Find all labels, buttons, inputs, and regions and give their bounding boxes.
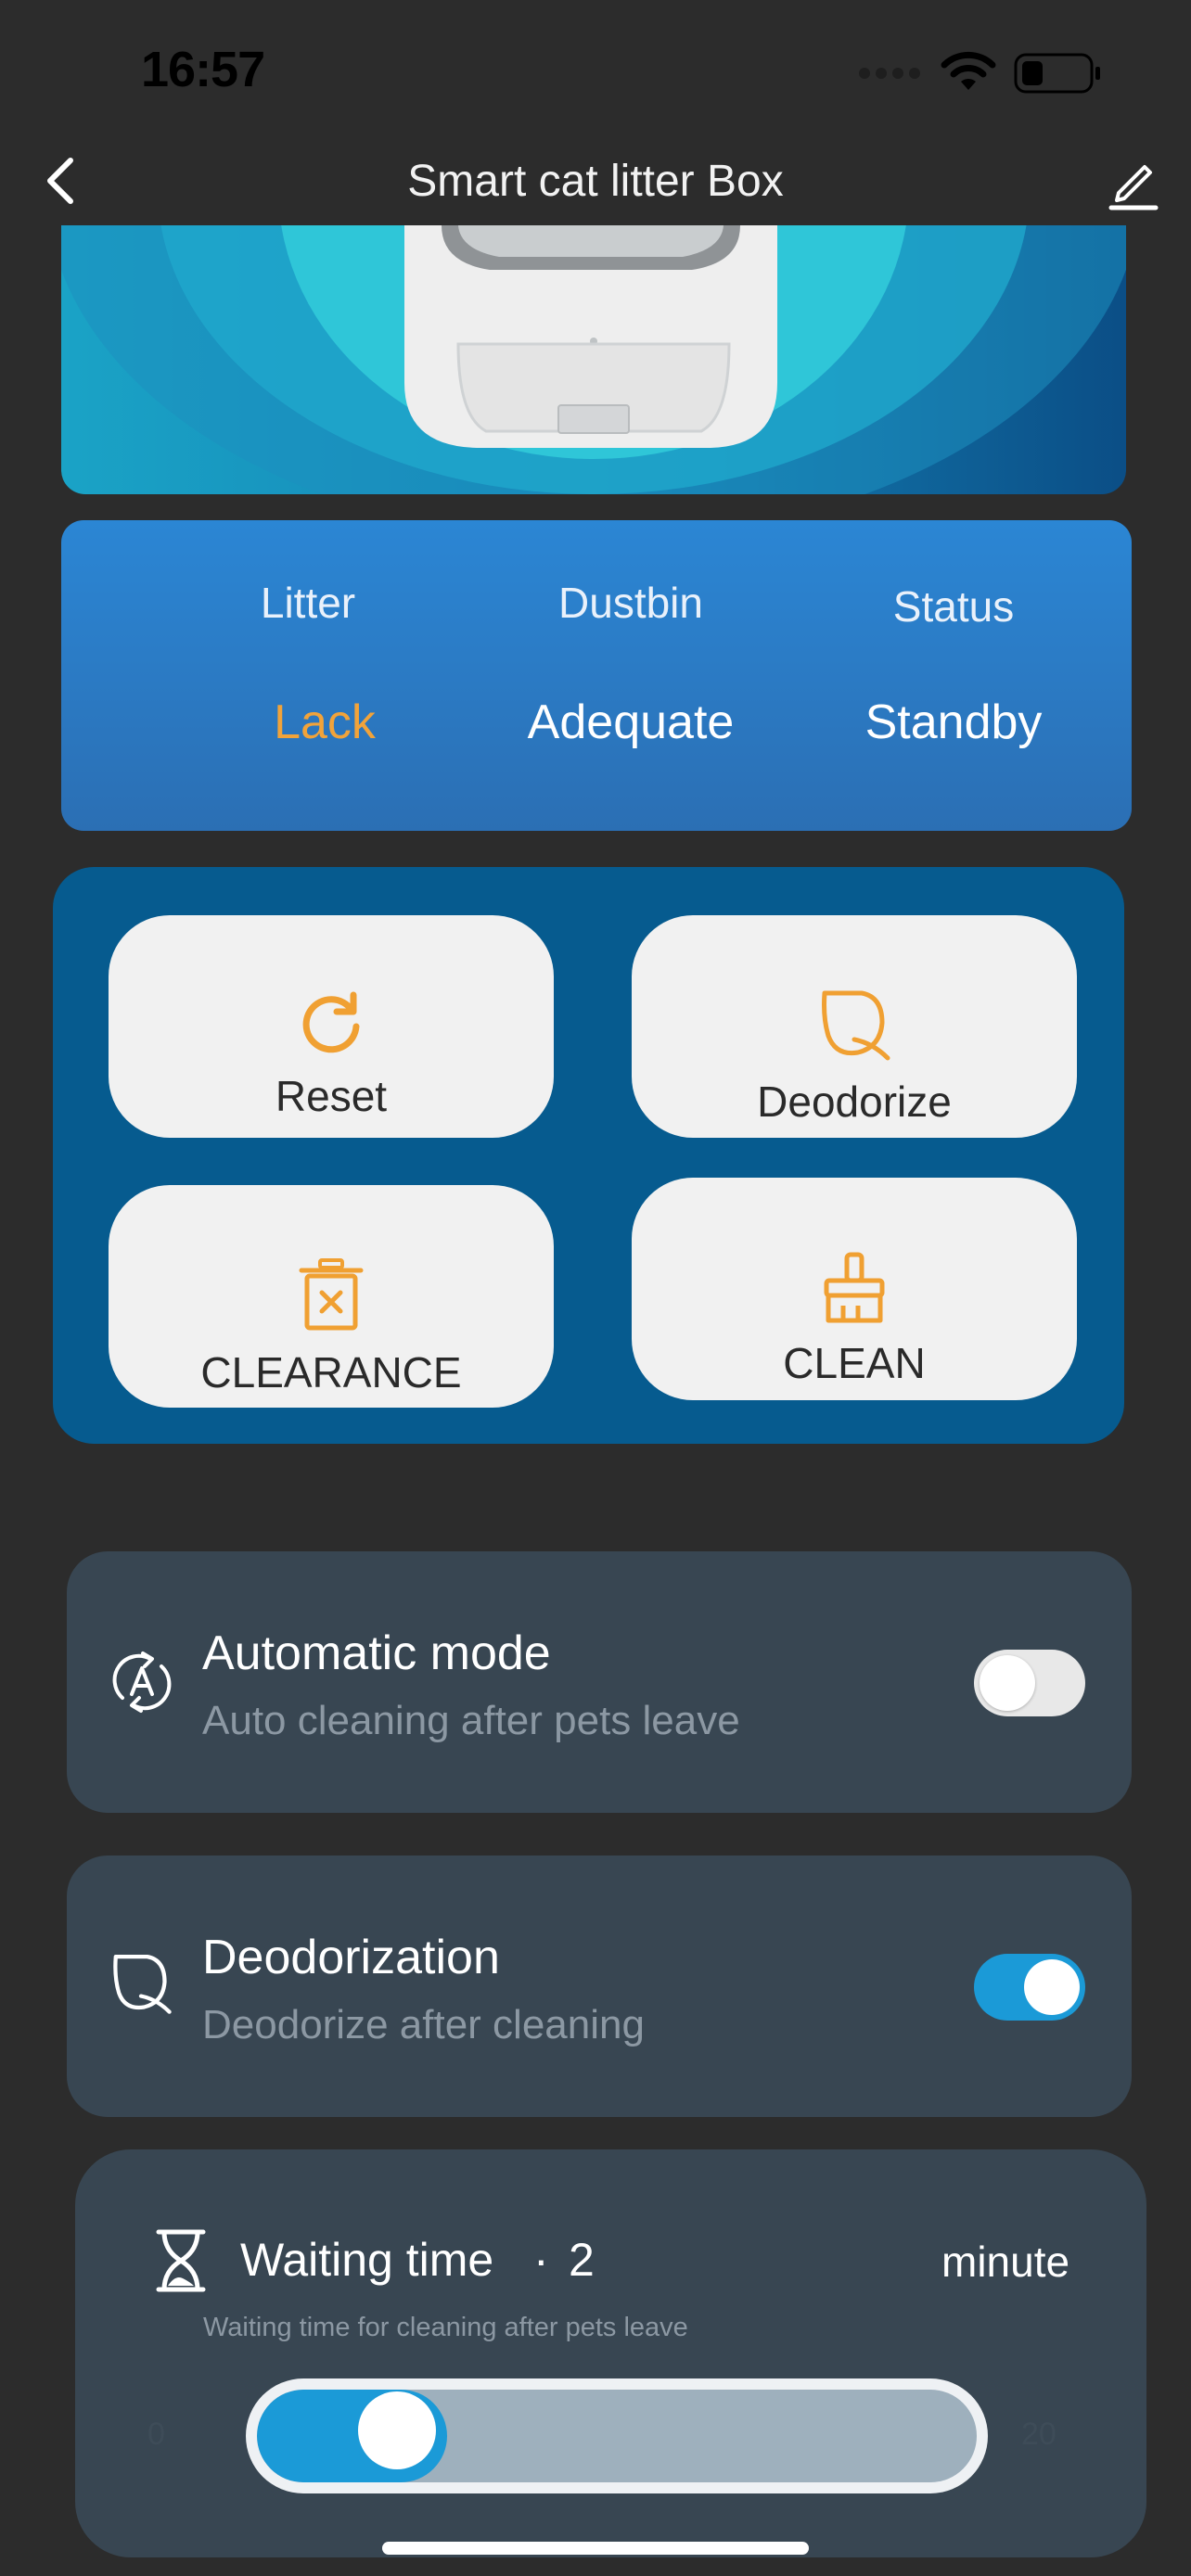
cell-signal-icon [859,68,920,79]
page-title: Smart cat litter Box [407,157,784,206]
deodorize-label: Deodorize [757,1078,952,1126]
deodorization-title: Deodorization [202,1931,500,1984]
clearance-button[interactable]: CLEARANCE [109,1185,554,1408]
waiting-time-unit: minute [941,2238,1070,2286]
status-label: Status [892,582,1015,631]
dustbin-value: Adequate [527,695,735,749]
action-panel: Reset Deodorize CLEARANCE CLEAN [53,867,1124,1444]
hourglass-icon [156,2229,206,2292]
toggle-knob [1024,1959,1080,2015]
waiting-time-value: 2 [569,2234,595,2286]
waiting-time-card: Waiting time · 2 minute Waiting time for… [75,2149,1146,2557]
automatic-mode-card: Automatic mode Auto cleaning after pets … [67,1551,1132,1813]
deodorize-button[interactable]: Deodorize [632,915,1077,1138]
automatic-mode-subtitle: Auto cleaning after pets leave [202,1698,740,1743]
automatic-mode-toggle[interactable] [974,1650,1085,1716]
status-time: 16:57 [141,42,265,97]
screen: 16:57 Smart cat litter Box Litter Dustbi… [0,0,1191,2576]
waiting-time-subtitle: Waiting time for cleaning after pets lea… [203,2313,688,2342]
clean-button[interactable]: CLEAN [632,1178,1077,1400]
deodorization-subtitle: Deodorize after cleaning [202,2002,645,2047]
clean-label: CLEAN [783,1339,926,1387]
leaf-icon [113,1954,172,2014]
toggle-knob [980,1655,1035,1711]
battery-icon [1014,53,1100,94]
waiting-time-slider[interactable] [246,2378,988,2493]
auto-mode-icon [112,1651,172,1713]
slider-thumb[interactable] [357,2391,436,2469]
slider-max-label: 20 [1021,2417,1057,2452]
device-status-panel: Litter Dustbin Status Lack Adequate Stan… [61,520,1132,831]
reset-button[interactable]: Reset [109,915,554,1138]
waiting-time-separator: · [533,2234,549,2286]
slider-min-label: 0 [147,2417,165,2452]
wifi-icon [941,51,996,90]
deodorization-card: Deodorization Deodorize after cleaning [67,1855,1132,2117]
trash-x-icon [299,1258,364,1331]
automatic-mode-title: Automatic mode [202,1626,551,1680]
litter-value: Lack [274,695,376,749]
edit-pencil-icon[interactable] [1108,156,1159,211]
device-hero-image [61,225,1126,494]
reset-label: Reset [275,1072,388,1120]
home-indicator [382,2542,809,2555]
litter-label: Litter [260,579,356,627]
status-value: Standby [864,695,1043,749]
waiting-time-title: Waiting time [240,2234,494,2286]
deodorization-toggle[interactable] [974,1954,1085,2021]
refresh-icon [302,991,360,1053]
broom-icon [824,1252,885,1323]
litter-box-illustration [61,225,1126,494]
clearance-label: CLEARANCE [200,1348,462,1396]
leaf-icon [822,990,890,1061]
dustbin-label: Dustbin [558,579,703,627]
